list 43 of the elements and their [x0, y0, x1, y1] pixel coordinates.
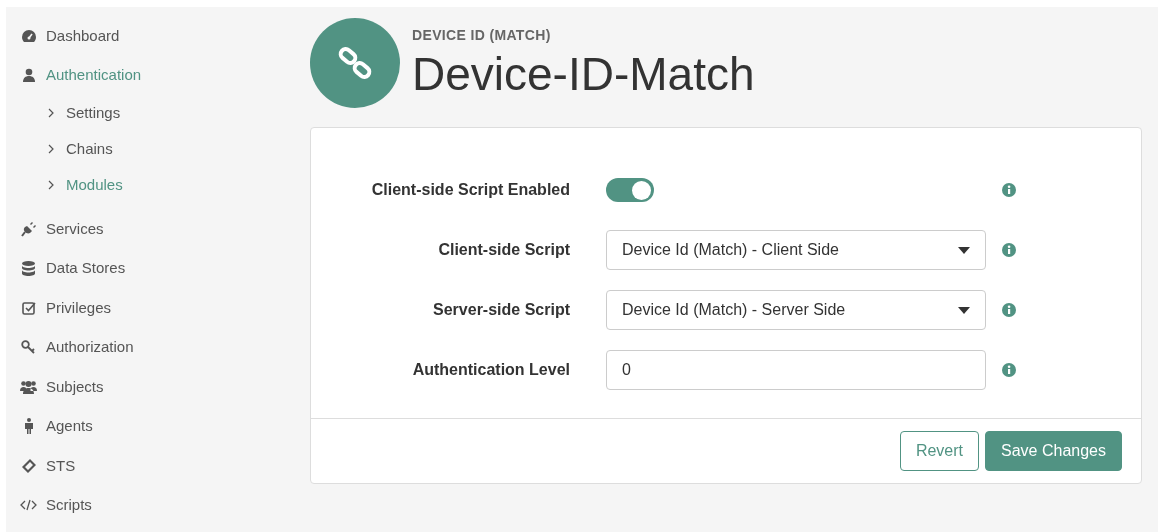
users-icon [20, 379, 37, 394]
nav-link[interactable]: Subjects [20, 367, 296, 407]
key-icon [21, 340, 36, 355]
info-icon[interactable] [1002, 183, 1016, 197]
field-label: Client-side Script Enabled [370, 180, 570, 200]
info-icon[interactable] [1002, 363, 1016, 377]
subnav-link[interactable]: Settings [20, 95, 296, 131]
info-icon[interactable] [1002, 243, 1016, 257]
nav-link[interactable]: Data Stores [20, 248, 296, 288]
save-button[interactable]: Save Changes [985, 431, 1122, 471]
database-icon [22, 260, 35, 276]
module-type-label: DEVICE ID (MATCH) [412, 25, 552, 45]
dashboard-icon [20, 28, 37, 43]
user-icon [21, 68, 36, 83]
nav-link[interactable]: Agents [20, 406, 296, 446]
nav-link[interactable]: Privileges [20, 288, 296, 328]
nav-link[interactable]: Services [20, 209, 296, 249]
nav-link[interactable]: Scripts [20, 485, 296, 525]
chevron-right-icon [48, 108, 54, 118]
revert-button[interactable]: Revert [899, 431, 980, 471]
ticket-icon [20, 457, 37, 474]
input-field[interactable]: 0 [606, 350, 986, 390]
select-field[interactable]: Device Id (Match) - Server Side [606, 290, 986, 330]
nav-link[interactable]: Authorization [20, 327, 296, 367]
person-icon [23, 418, 34, 435]
info-icon[interactable] [1002, 303, 1016, 317]
field-label: Client-side Script [437, 240, 570, 260]
checkbox-icon [21, 300, 36, 315]
caret-down-icon [958, 246, 970, 254]
toggle-switch[interactable] [606, 178, 654, 202]
subnav-link[interactable]: Chains [20, 131, 296, 167]
chevron-right-icon [48, 144, 54, 154]
nav-link[interactable]: STS [20, 446, 296, 486]
link-icon [337, 45, 373, 81]
module-title: Device-ID-Match [412, 46, 755, 102]
plug-icon [20, 220, 37, 237]
select-field[interactable]: Device Id (Match) - Client Side [606, 230, 986, 270]
chevron-right-icon [48, 180, 54, 190]
nav-link[interactable]: Dashboard [20, 16, 296, 56]
code-icon [20, 499, 37, 512]
field-label: Authentication Level [411, 360, 570, 380]
caret-down-icon [958, 306, 970, 314]
field-label: Server-side Script [432, 300, 570, 320]
